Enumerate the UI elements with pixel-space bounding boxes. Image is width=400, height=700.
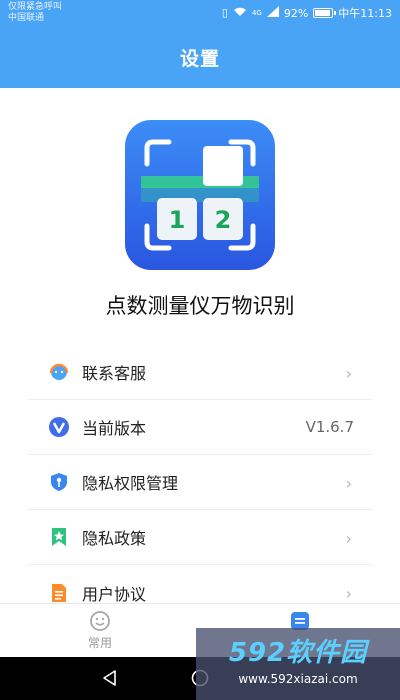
menu-item-label: 联系客服 [82, 364, 147, 383]
menu-item-label: 隐私权限管理 [82, 474, 179, 493]
tab-common[interactable]: 常用 [60, 610, 140, 651]
chevron-right-icon: › [345, 529, 352, 548]
watermark: 592软件园 www.592xiazai.com [196, 628, 400, 700]
wifi-icon [233, 6, 247, 20]
carrier-info: 仅限紧急呼叫 中国联通 [8, 2, 62, 24]
app-logo-icon: 1 2 [125, 120, 275, 270]
status-icons: ▯ 4G 92% 中午11:13 [222, 5, 392, 21]
page-title: 设置 [179, 48, 220, 70]
logo-digit-left: 1 [169, 206, 186, 234]
battery-fill [315, 10, 331, 16]
app-name: 点数测量仪万物识别 [105, 294, 295, 318]
carrier-line-operator: 中国联通 [8, 13, 45, 23]
battery-icon [313, 8, 337, 18]
watermark-url: www.592xiazai.com [238, 672, 358, 686]
chevron-right-icon: › [345, 584, 352, 603]
smile-face-icon [89, 610, 111, 632]
tab-common-label: 常用 [87, 636, 112, 650]
back-icon[interactable] [100, 668, 120, 692]
shield-key-icon [48, 471, 70, 493]
logo-digit-right: 2 [215, 206, 232, 234]
menu-item-label: 隐私政策 [82, 529, 147, 548]
vibrate-icon: ▯ [221, 6, 228, 19]
chevron-right-icon: › [345, 364, 352, 383]
menu-item-label: 用户协议 [82, 584, 147, 604]
signal-type-label: 4G [251, 9, 262, 17]
chevron-right-icon: › [345, 474, 352, 493]
watermark-brand: 592软件园 [228, 638, 368, 668]
menu-item-privacy-permissions[interactable]: 隐私权限管理 › [28, 455, 372, 510]
menu-item-current-version[interactable]: 当前版本 V1.6.7 [28, 400, 372, 455]
signal-icon [266, 6, 279, 20]
headset-icon [48, 361, 70, 383]
battery-percent: 92% [283, 6, 309, 20]
version-v-icon [48, 416, 70, 438]
carrier-line-emergency: 仅限紧急呼叫 [8, 2, 63, 12]
bookmark-star-icon [48, 526, 70, 548]
settings-menu: 联系客服 › 当前版本 V1.6.7 隐私权限管理 › 隐私政策 › 用户协议 … [28, 345, 372, 620]
status-bar: 仅限紧急呼叫 中国联通 ▯ 4G 92% 中午11:13 [0, 0, 400, 26]
clock: 中午11:13 [338, 7, 392, 20]
document-icon [48, 582, 70, 604]
header-bar: 仅限紧急呼叫 中国联通 ▯ 4G 92% 中午11:13 设置 [0, 0, 400, 88]
menu-item-contact-support[interactable]: 联系客服 › [28, 345, 372, 400]
version-value: V1.6.7 [305, 418, 354, 436]
menu-item-privacy-policy[interactable]: 隐私政策 › [28, 510, 372, 565]
